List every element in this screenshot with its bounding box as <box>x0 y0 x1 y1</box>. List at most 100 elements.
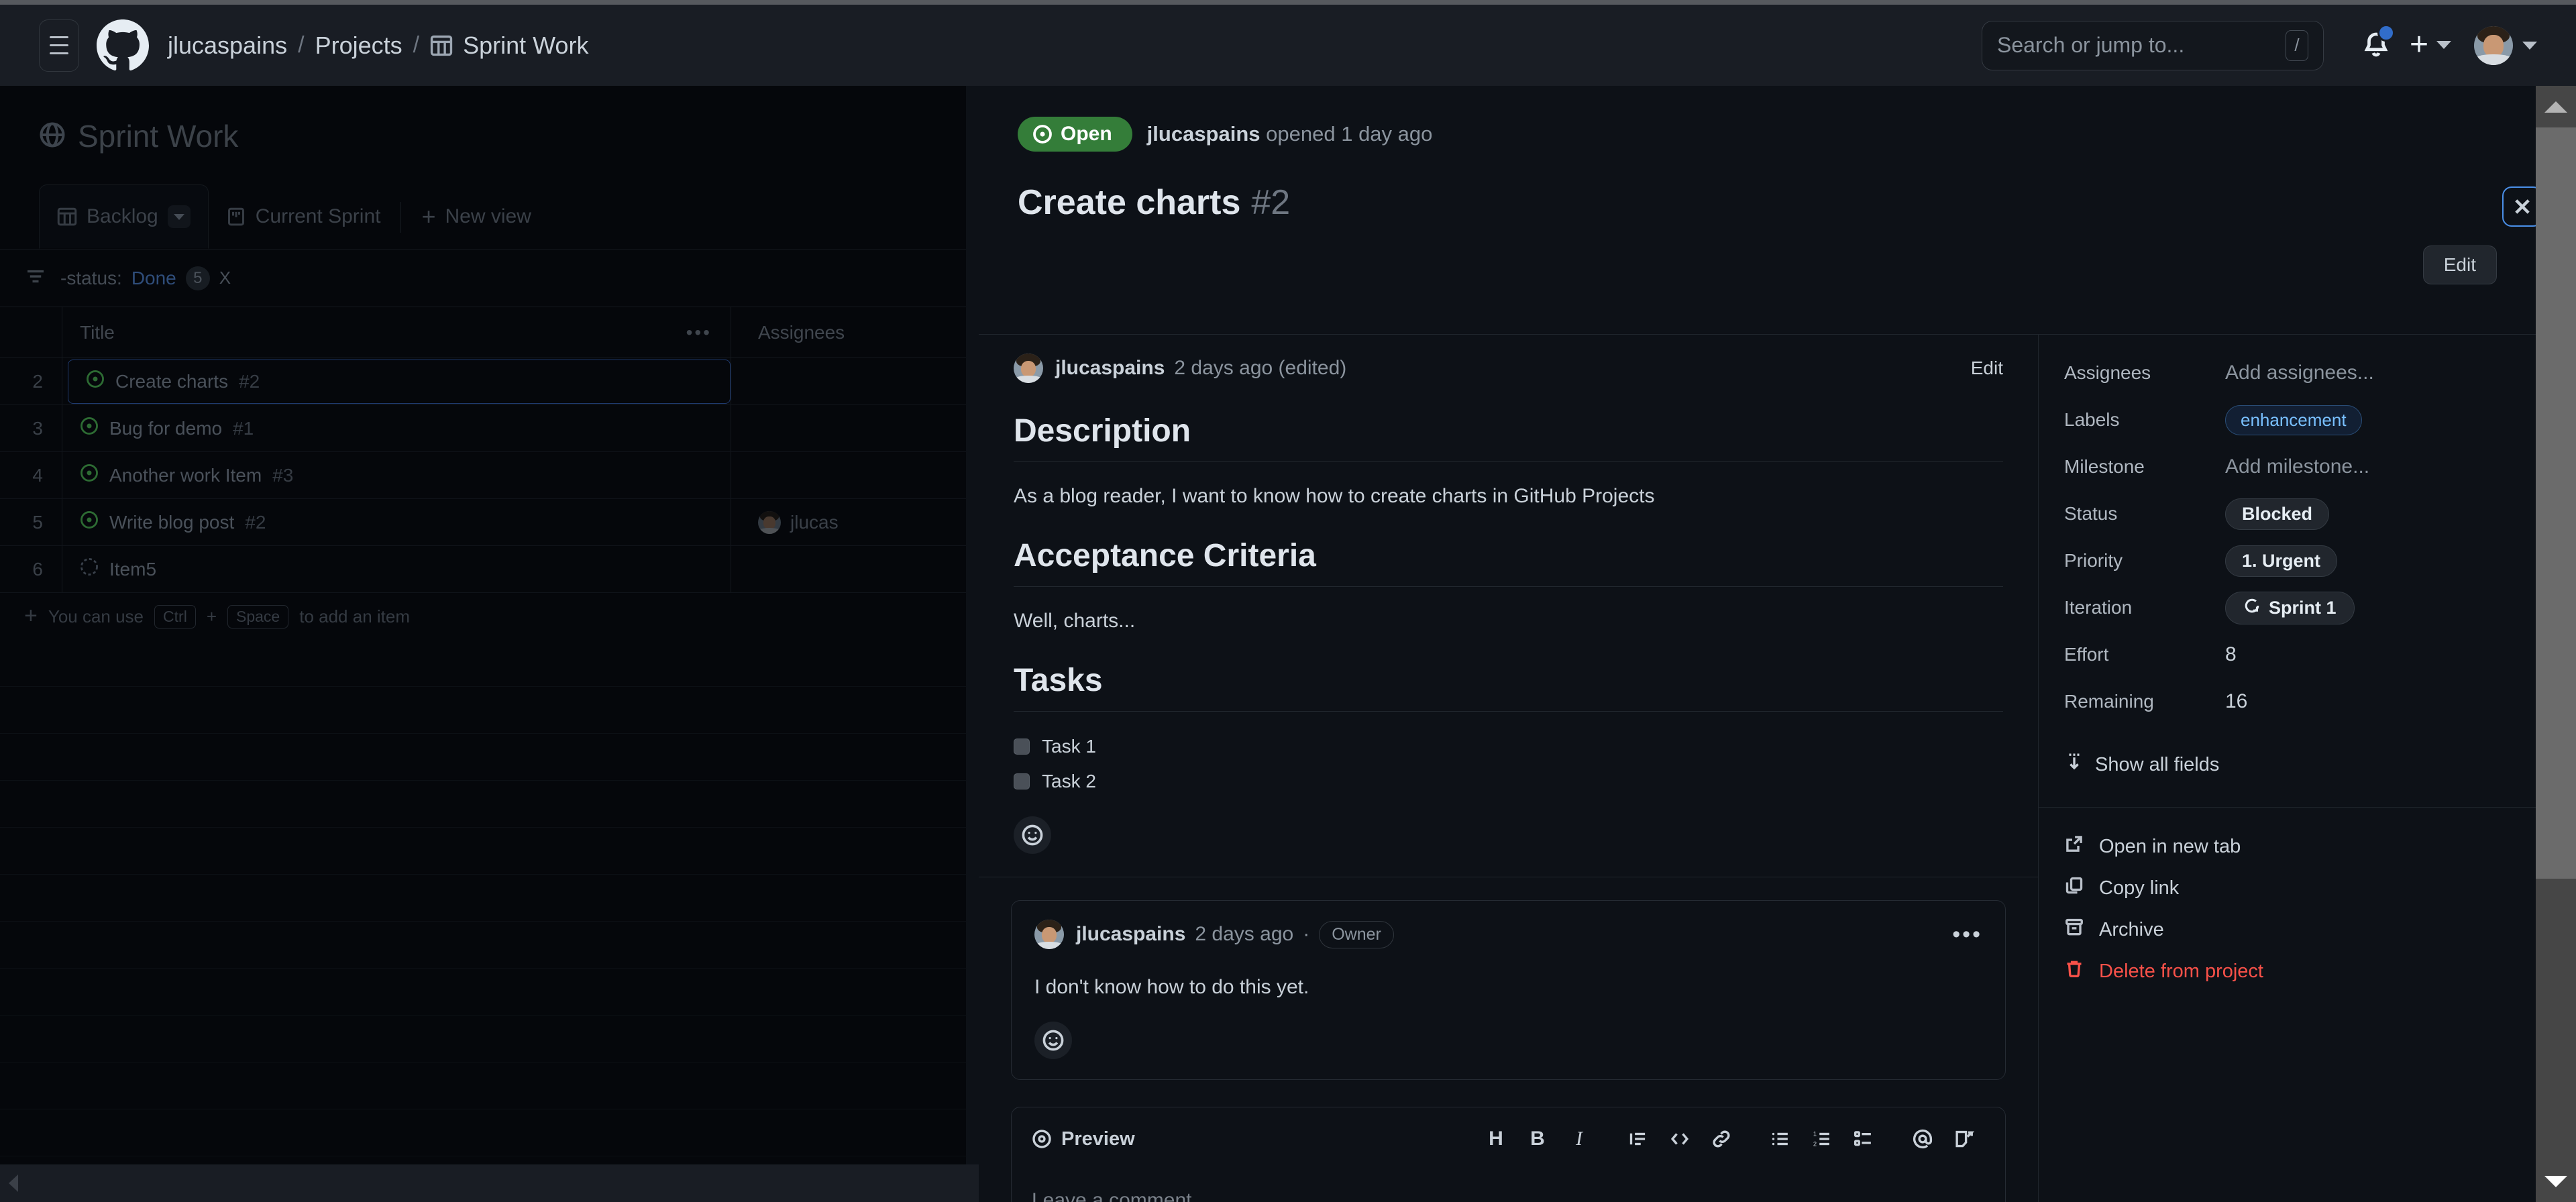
table-row[interactable]: 2 Create charts #2 <box>0 358 966 405</box>
breadcrumb-project-name[interactable]: Sprint Work <box>463 32 588 60</box>
task-checkbox[interactable] <box>1014 773 1030 789</box>
comment-input[interactable]: Leave a comment <box>1012 1170 2005 1202</box>
item-body-author[interactable]: jlucaspains <box>1055 357 1165 380</box>
field-list: Assignees Add assignees... Labels enhanc… <box>2039 335 2575 725</box>
field-value[interactable]: Add assignees... <box>2225 362 2374 384</box>
vertical-scrollbar-thumb[interactable] <box>2536 127 2576 879</box>
status-value-chip[interactable]: Blocked <box>2225 498 2330 530</box>
clear-filter-icon[interactable]: X <box>219 268 231 288</box>
breadcrumb-owner[interactable]: jlucaspains <box>168 32 287 60</box>
hamburger-menu-icon[interactable] <box>39 19 79 72</box>
comment-composer: Preview H B I 1 2 Leave a comment <box>1011 1107 2006 1202</box>
comment-author[interactable]: jlucaspains <box>1076 923 1185 946</box>
issue-open-icon <box>80 463 99 487</box>
tab-current-sprint[interactable]: Current Sprint <box>209 184 398 249</box>
action-copy-link[interactable]: Copy link <box>2039 868 2575 908</box>
user-menu-chevron-down-icon[interactable] <box>2522 41 2537 50</box>
row-title: Item5 <box>109 558 157 580</box>
add-reaction-button[interactable] <box>1034 1022 1072 1059</box>
show-all-fields-button[interactable]: Show all fields <box>2039 725 2575 808</box>
bold-icon[interactable]: B <box>1517 1118 1558 1160</box>
scroll-left-arrow-icon[interactable] <box>0 1164 27 1202</box>
section-text-description: As a blog reader, I want to know how to … <box>1014 485 1655 507</box>
bulleted-list-icon[interactable] <box>1760 1118 1801 1160</box>
scroll-up-arrow-icon[interactable] <box>2536 86 2576 127</box>
field-value[interactable]: Add milestone... <box>2225 455 2369 478</box>
link-icon[interactable] <box>1701 1118 1742 1160</box>
preview-label: Preview <box>1061 1128 1135 1150</box>
item-detail-header: Open jlucaspains opened 1 day ago Create… <box>979 86 2576 284</box>
task-list-item[interactable]: Task 2 <box>1014 771 2003 792</box>
field-row-iteration[interactable]: Iteration Sprint 1 <box>2039 584 2575 631</box>
trash-icon <box>2064 959 2084 984</box>
section-heading-description: Description <box>1014 413 2003 462</box>
field-row-remaining[interactable]: Remaining 16 <box>2039 678 2575 725</box>
saved-reply-icon[interactable] <box>1943 1118 1985 1160</box>
scroll-down-arrow-icon[interactable] <box>2536 1160 2576 1202</box>
issue-open-icon <box>80 417 99 440</box>
field-value[interactable]: 8 <box>2225 643 2237 666</box>
action-delete-from-project[interactable]: Delete from project <box>2039 951 2575 991</box>
add-item-row[interactable]: + You can use Ctrl + Space to add an ite… <box>0 593 966 640</box>
create-new-button[interactable]: + <box>2410 29 2451 61</box>
add-reaction-button[interactable] <box>1014 816 1051 854</box>
table-row[interactable]: 4 Another work Item #3 <box>0 452 966 499</box>
breadcrumb-projects[interactable]: Projects <box>315 32 402 60</box>
search-input[interactable]: Search or jump to... / <box>1981 20 2324 70</box>
heading-icon[interactable]: H <box>1475 1118 1517 1160</box>
field-row-priority[interactable]: Priority 1. Urgent <box>2039 537 2575 584</box>
column-header-assignees[interactable]: Assignees <box>758 322 845 343</box>
tab-backlog[interactable]: Backlog <box>39 184 209 249</box>
field-row-assignees[interactable]: Assignees Add assignees... <box>2039 349 2575 396</box>
item-body-markdown: Description As a blog reader, I want to … <box>979 413 2038 792</box>
quote-icon[interactable] <box>1617 1118 1659 1160</box>
empty-row <box>0 781 966 828</box>
edit-title-button[interactable]: Edit <box>2422 245 2497 284</box>
window-chrome-strip <box>0 0 2576 5</box>
mention-icon[interactable] <box>1902 1118 1943 1160</box>
task-list-icon[interactable] <box>1843 1118 1884 1160</box>
numbered-list-icon[interactable]: 12 <box>1801 1118 1843 1160</box>
item-opened-by[interactable]: jlucaspains <box>1147 122 1260 146</box>
new-view-button[interactable]: + New view <box>404 184 548 249</box>
item-detail-body: jlucaspains 2 days ago (edited) Edit Des… <box>979 334 2576 1202</box>
action-open-in-new-tab[interactable]: Open in new tab <box>2039 826 2575 867</box>
table-row[interactable]: 6 Item5 <box>0 546 966 593</box>
tab-backlog-chevron-down-icon[interactable] <box>167 205 191 228</box>
notifications-bell-icon[interactable] <box>2356 23 2396 66</box>
action-archive[interactable]: Archive <box>2039 910 2575 950</box>
horizontal-scrollbar[interactable] <box>0 1164 979 1202</box>
breadcrumb: jlucaspains / Projects / Sprint Work <box>168 32 588 60</box>
user-avatar[interactable] <box>2474 25 2513 65</box>
priority-value-chip[interactable]: 1. Urgent <box>2225 545 2338 577</box>
comment-menu-icon[interactable]: ••• <box>1952 922 1982 946</box>
task-list-item[interactable]: Task 1 <box>1014 736 2003 757</box>
filter-icon[interactable] <box>25 266 46 290</box>
table-row[interactable]: 5 Write blog post #2 jlucas <box>0 499 966 546</box>
italic-icon[interactable]: I <box>1558 1118 1600 1160</box>
active-filter-chip[interactable]: -status: Done 5 X <box>60 266 231 290</box>
vertical-scrollbar[interactable] <box>2536 86 2576 1202</box>
label-chip-enhancement[interactable]: enhancement <box>2225 404 2362 435</box>
field-row-milestone[interactable]: Milestone Add milestone... <box>2039 443 2575 490</box>
global-header: jlucaspains / Projects / Sprint Work Sea… <box>0 5 2576 86</box>
preview-tab[interactable]: Preview <box>1032 1128 1135 1150</box>
field-value[interactable]: 16 <box>2225 690 2247 713</box>
row-number: 5 <box>32 511 43 533</box>
row-assignee-name: jlucas <box>790 511 839 533</box>
github-logo-icon[interactable] <box>97 19 149 72</box>
edit-body-button[interactable]: Edit <box>1971 358 2003 379</box>
task-checkbox[interactable] <box>1014 739 1030 755</box>
section-text-acceptance-criteria: Well, charts... <box>1014 610 1136 632</box>
column-options-icon[interactable]: ••• <box>686 322 712 343</box>
field-row-effort[interactable]: Effort 8 <box>2039 631 2575 678</box>
field-row-labels[interactable]: Labels enhancement <box>2039 396 2575 443</box>
table-row[interactable]: 3 Bug for demo #1 <box>0 405 966 452</box>
field-row-status[interactable]: Status Blocked <box>2039 490 2575 537</box>
avatar <box>1014 353 1043 383</box>
iteration-value-chip[interactable]: Sprint 1 <box>2225 591 2355 624</box>
code-icon[interactable] <box>1659 1118 1701 1160</box>
empty-row <box>0 640 966 687</box>
composer-toolbar: Preview H B I 1 2 <box>1012 1107 2005 1170</box>
column-header-title[interactable]: Title <box>80 322 115 343</box>
